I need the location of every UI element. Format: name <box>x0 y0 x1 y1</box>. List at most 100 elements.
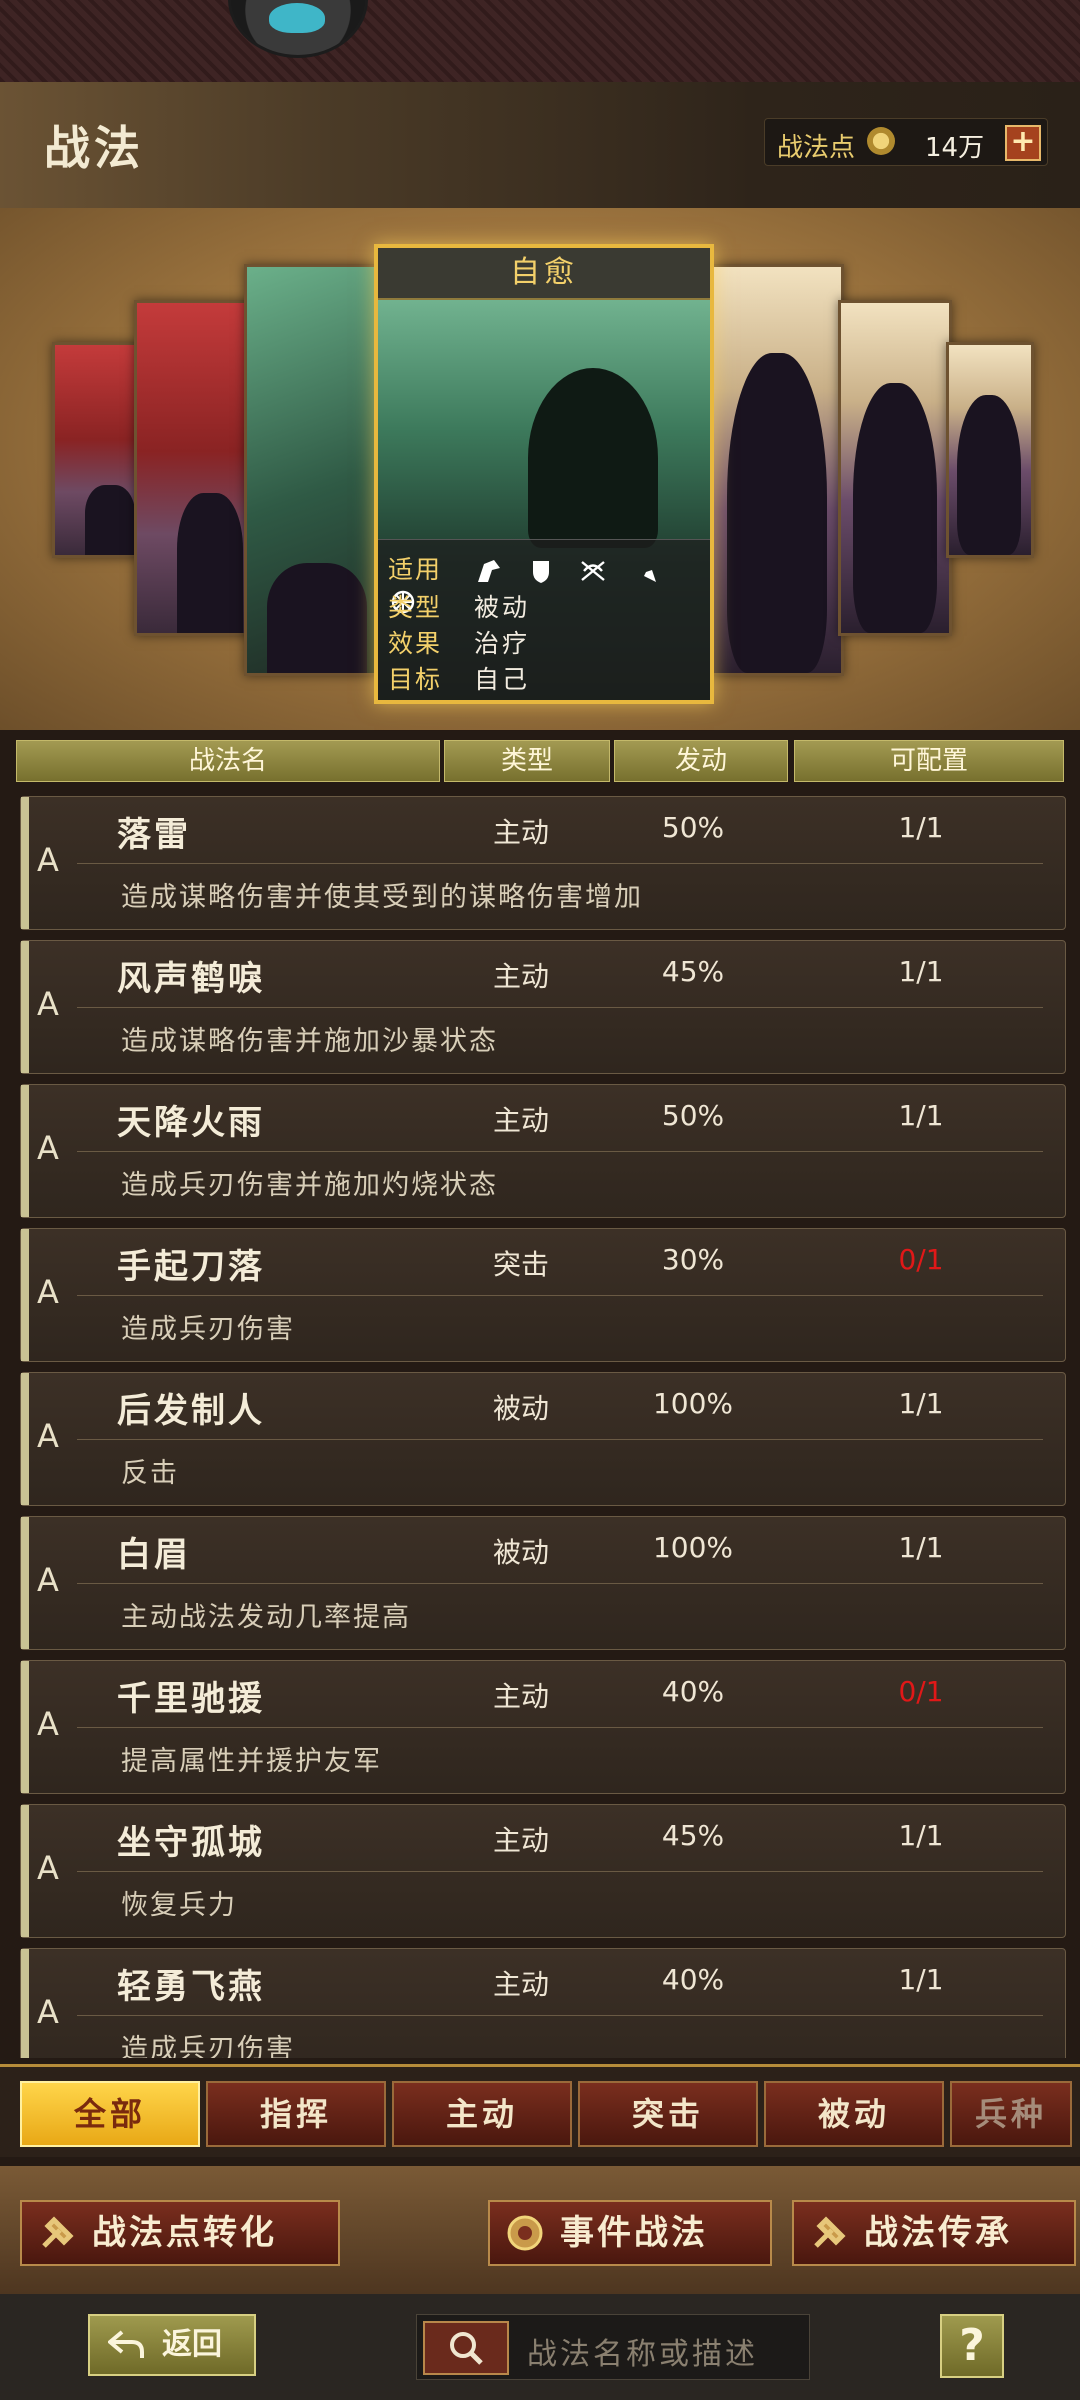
column-header-type[interactable]: 类型 <box>444 740 610 782</box>
filter-tab-troop[interactable]: 兵种 <box>950 2081 1072 2147</box>
skill-rate: 45% <box>661 955 725 988</box>
inherit-tactics-button[interactable]: 战法传承 <box>792 2200 1076 2266</box>
skill-type: 主动 <box>492 816 549 849</box>
featured-skill-title: 自愈 <box>378 248 710 300</box>
skill-rate: 100% <box>652 1531 734 1564</box>
skill-slots: 1/1 <box>898 1819 944 1852</box>
skill-rate: 40% <box>661 1963 725 1996</box>
skill-row[interactable]: A 千里驰援 主动 40% 0/1 提高属性并援护友军 <box>20 1660 1066 1794</box>
page-title: 战法 <box>44 121 144 175</box>
skill-rate: 50% <box>661 1099 725 1132</box>
skill-slots: 1/1 <box>898 811 944 844</box>
info-row-target: 目标 自己 <box>388 665 530 694</box>
search-button[interactable] <box>423 2321 509 2375</box>
table-header: 战法名 类型 发动 可配置 <box>16 740 1064 786</box>
shield-icon <box>532 561 549 583</box>
skill-name: 手起刀落 <box>117 1247 265 1287</box>
back-arrow-icon <box>108 2330 144 2358</box>
filter-tab-active[interactable]: 主动 <box>392 2081 572 2147</box>
hammer-icon <box>814 2216 846 2248</box>
skill-row[interactable]: A 后发制人 被动 100% 1/1 反击 <box>20 1372 1066 1506</box>
skill-card[interactable] <box>946 342 1034 558</box>
help-button[interactable]: ? <box>940 2314 1004 2378</box>
skill-name: 天降火雨 <box>117 1103 265 1143</box>
skill-grade: A <box>37 1993 59 2031</box>
add-points-button[interactable]: + <box>1005 125 1041 161</box>
skill-rate: 30% <box>661 1243 725 1276</box>
search-input[interactable]: 战法名称或描述 <box>416 2314 810 2380</box>
skill-description: 提高属性并援护友军 <box>121 1746 382 1777</box>
skill-description: 造成谋略伤害并施加沙暴状态 <box>121 1026 498 1057</box>
skill-description: 主动战法发动几率提高 <box>121 1602 411 1633</box>
skill-card[interactable] <box>52 342 140 558</box>
skill-card[interactable] <box>134 300 250 636</box>
hammer-icon <box>42 2216 74 2248</box>
skill-grade: A <box>37 985 59 1023</box>
bottom-bar: 返回 战法名称或描述 ? <box>0 2294 1080 2400</box>
search-placeholder: 战法名称或描述 <box>527 2337 758 2372</box>
skill-slots: 1/1 <box>898 1963 944 1996</box>
event-tactics-button[interactable]: 事件战法 <box>488 2200 772 2266</box>
tactic-points-value: 14万 <box>925 133 985 163</box>
filter-tab-all[interactable]: 全部 <box>20 2081 200 2147</box>
filter-tab-passive[interactable]: 被动 <box>764 2081 944 2147</box>
skill-row[interactable]: A 轻勇飞燕 主动 40% 1/1 造成兵刃伤害 <box>20 1948 1066 2058</box>
skill-grade: A <box>37 1129 59 1167</box>
skill-grade: A <box>37 841 59 879</box>
filter-tab-command[interactable]: 指挥 <box>206 2081 386 2147</box>
skill-type: 主动 <box>492 1824 549 1857</box>
column-header-name[interactable]: 战法名 <box>16 740 440 782</box>
skill-slots: 1/1 <box>898 1387 944 1420</box>
skill-rate: 45% <box>661 1819 725 1852</box>
skill-row[interactable]: A 天降火雨 主动 50% 1/1 造成兵刃伤害并施加灼烧状态 <box>20 1084 1066 1218</box>
skill-rate: 50% <box>661 811 725 844</box>
skill-grade: A <box>37 1417 59 1455</box>
column-header-slots[interactable]: 可配置 <box>794 740 1064 782</box>
skill-description: 恢复兵力 <box>121 1890 237 1921</box>
skill-name: 风声鹤唳 <box>117 959 265 999</box>
coin-icon <box>867 127 895 155</box>
skill-description: 造成兵刃伤害 <box>121 1314 295 1345</box>
skill-row[interactable]: A 落雷 主动 50% 1/1 造成谋略伤害并使其受到的谋略伤害增加 <box>20 796 1066 930</box>
skill-description: 造成兵刃伤害并施加灼烧状态 <box>121 1170 498 1201</box>
skill-type: 主动 <box>492 1680 549 1713</box>
skill-type: 被动 <box>492 1392 549 1425</box>
avatar[interactable] <box>228 0 368 58</box>
back-button[interactable]: 返回 <box>88 2314 256 2376</box>
skill-slots: 1/1 <box>898 1531 944 1564</box>
skill-slots: 1/1 <box>898 1099 944 1132</box>
skill-row[interactable]: A 白眉 被动 100% 1/1 主动战法发动几率提高 <box>20 1516 1066 1650</box>
skill-row[interactable]: A 手起刀落 突击 30% 0/1 造成兵刃伤害 <box>20 1228 1066 1362</box>
skill-name: 坐守孤城 <box>117 1823 265 1863</box>
skill-type: 突击 <box>492 1248 549 1281</box>
cavalry-icon <box>477 560 500 582</box>
skill-slots: 0/1 <box>898 1243 944 1276</box>
skill-grade: A <box>37 1849 59 1887</box>
skill-card-carousel[interactable]: 自愈 适用 类型 被动 效果 治疗 目标 自己 <box>0 208 1080 730</box>
skill-row[interactable]: A 坐守孤城 主动 45% 1/1 恢复兵力 <box>20 1804 1066 1938</box>
skill-card[interactable] <box>244 264 380 676</box>
tactic-points-box: 战法点 14万 + <box>764 118 1048 166</box>
skill-name: 千里驰援 <box>117 1679 265 1719</box>
skill-type: 主动 <box>492 1104 549 1137</box>
coin-icon <box>507 2215 543 2251</box>
search-icon <box>450 2332 483 2365</box>
skill-rate: 100% <box>652 1387 734 1420</box>
filter-tab-assault[interactable]: 突击 <box>578 2081 758 2147</box>
featured-skill-card[interactable]: 自愈 适用 类型 被动 效果 治疗 目标 自己 <box>374 244 714 704</box>
column-header-rate[interactable]: 发动 <box>614 740 788 782</box>
skill-description: 造成兵刃伤害 <box>121 2034 295 2058</box>
info-row-type: 类型 被动 <box>388 593 530 622</box>
skill-card[interactable] <box>708 264 844 676</box>
skill-row[interactable]: A 风声鹤唳 主动 45% 1/1 造成谋略伤害并施加沙暴状态 <box>20 940 1066 1074</box>
skill-list[interactable]: A 落雷 主动 50% 1/1 造成谋略伤害并使其受到的谋略伤害增加 A 风声鹤… <box>20 796 1066 2058</box>
skill-description: 反击 <box>121 1458 179 1489</box>
skill-name: 白眉 <box>117 1535 191 1575</box>
skill-slots: 1/1 <box>898 955 944 988</box>
header: 战法 战法点 14万 + <box>0 82 1080 210</box>
skill-card[interactable] <box>838 300 952 636</box>
convert-points-button[interactable]: 战法点转化 <box>20 2200 340 2266</box>
top-banner <box>0 0 1080 84</box>
skill-description: 造成谋略伤害并使其受到的谋略伤害增加 <box>121 882 643 913</box>
skill-grade: A <box>37 1273 59 1311</box>
